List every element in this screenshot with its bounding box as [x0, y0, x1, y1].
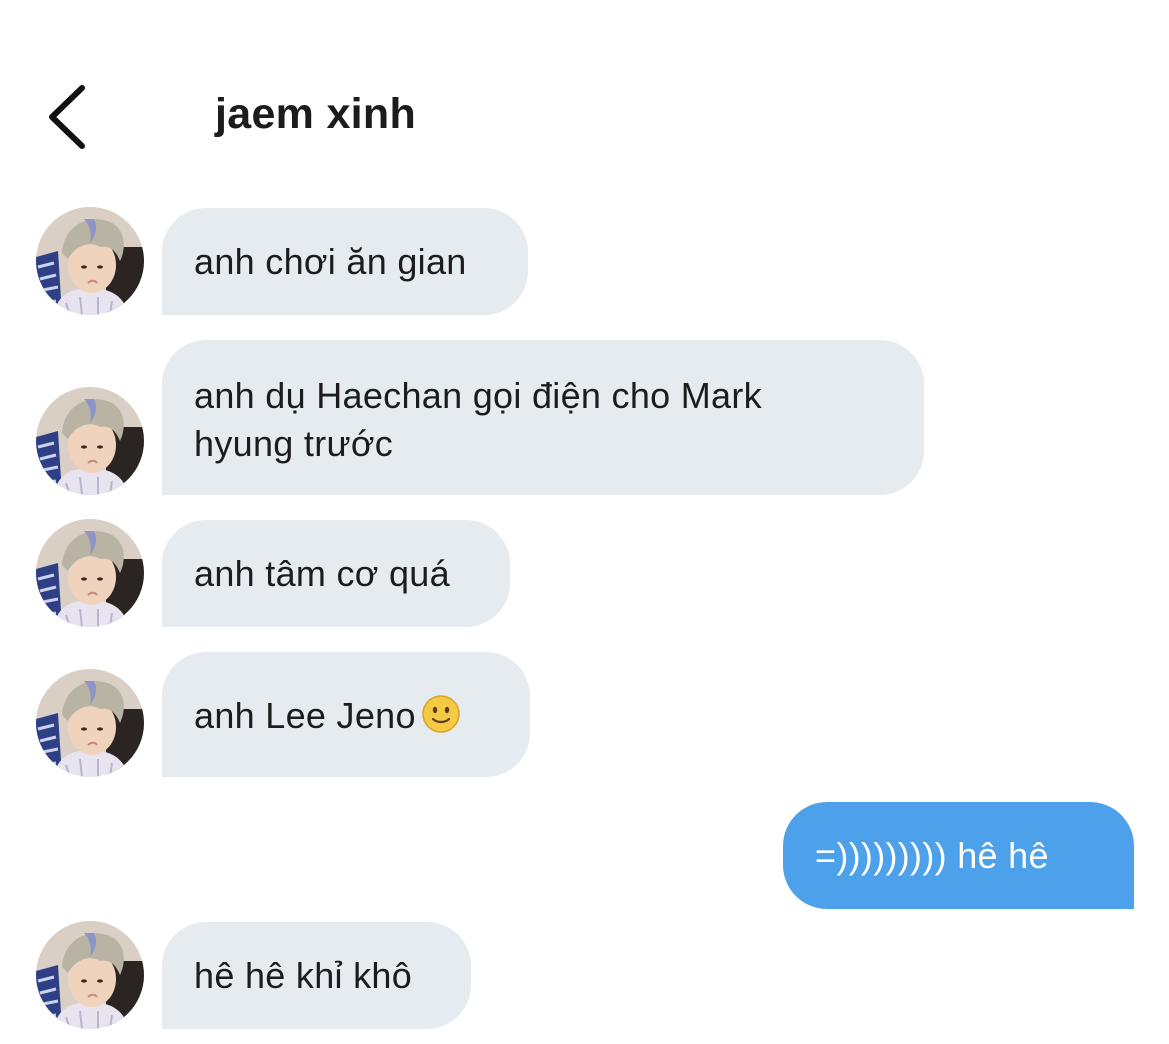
incoming-message-bubble[interactable]: anh Lee Jeno: [162, 652, 530, 777]
contact-avatar[interactable]: [36, 669, 144, 777]
message-text: anh tâm cơ quá: [194, 553, 450, 594]
message-text: =))))))))) hê hê: [815, 835, 1049, 876]
chat-header: jaem xinh: [0, 60, 1169, 170]
message-text: hê hê khỉ khô: [194, 955, 413, 996]
contact-avatar[interactable]: [36, 921, 144, 1029]
message-text: anh chơi ăn gian: [194, 241, 467, 282]
outgoing-message-bubble[interactable]: =))))))))) hê hê: [783, 802, 1134, 909]
contact-avatar[interactable]: [36, 387, 144, 495]
incoming-message-bubble[interactable]: anh tâm cơ quá: [162, 520, 510, 627]
slightly-smiling-face-emoji: [422, 695, 460, 733]
incoming-message-bubble[interactable]: anh chơi ăn gian: [162, 208, 528, 315]
incoming-message-bubble[interactable]: hê hê khỉ khô: [162, 922, 471, 1029]
message-text: anh Lee Jeno: [194, 695, 416, 736]
incoming-message-bubble[interactable]: anh dụ Haechan gọi điện cho Mark hyung t…: [162, 340, 924, 495]
message-text: anh dụ Haechan gọi điện cho Mark hyung t…: [194, 375, 762, 464]
conversation-title: jaem xinh: [215, 90, 417, 138]
contact-avatar[interactable]: [36, 519, 144, 627]
contact-avatar[interactable]: [36, 207, 144, 315]
back-button[interactable]: [40, 82, 96, 152]
chevron-left-icon: [40, 82, 96, 152]
